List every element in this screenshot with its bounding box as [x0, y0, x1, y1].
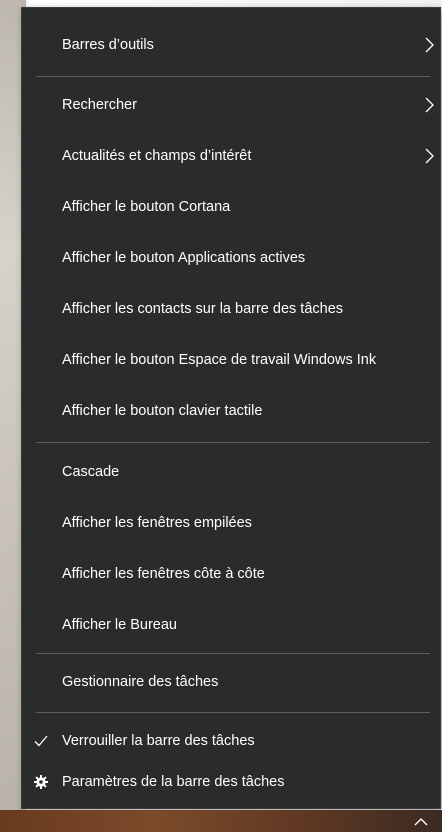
menu-item-show-touch-keyboard-button[interactable]: Afficher le bouton clavier tactile [22, 390, 440, 432]
menu-item-label: Afficher les fenêtres empilées [62, 515, 252, 531]
menu-item-label: Barres d’outils [62, 37, 154, 53]
menu-item-label: Afficher le bouton Espace de travail Win… [62, 352, 377, 368]
menu-item-show-windows-ink-button[interactable]: Afficher le bouton Espace de travail Win… [22, 339, 440, 381]
chevron-up-icon[interactable] [414, 812, 428, 830]
check-icon [30, 720, 52, 762]
menu-item-label: Gestionnaire des tâches [62, 674, 219, 690]
gear-icon [30, 761, 52, 803]
taskbar-context-menu: Barres d’outils Rechercher Actualités et… [22, 8, 440, 808]
menu-item-label: Cascade [62, 464, 120, 480]
menu-item-label: Afficher le bouton Applications actives [62, 250, 306, 266]
menu-item-show-cortana-button[interactable]: Afficher le bouton Cortana [22, 186, 440, 228]
menu-item-label: Afficher les fenêtres côte à côte [62, 566, 265, 582]
menu-separator [36, 653, 430, 654]
chevron-right-icon [422, 24, 436, 66]
menu-item-search[interactable]: Rechercher [22, 84, 440, 126]
menu-item-label: Afficher le Bureau [62, 617, 177, 633]
menu-separator [36, 712, 430, 713]
menu-item-label: Afficher le bouton Cortana [62, 199, 231, 215]
menu-item-stacked-windows[interactable]: Afficher les fenêtres empilées [22, 502, 440, 544]
menu-item-show-task-view-button[interactable]: Afficher le bouton Applications actives [22, 237, 440, 279]
taskbar [0, 810, 442, 832]
menu-item-news-and-interests[interactable]: Actualités et champs d’intérêt [22, 135, 440, 177]
menu-item-show-desktop[interactable]: Afficher le Bureau [22, 604, 440, 646]
menu-item-toolbars[interactable]: Barres d’outils [22, 24, 440, 66]
menu-item-label: Afficher le bouton clavier tactile [62, 403, 263, 419]
menu-item-side-by-side-windows[interactable]: Afficher les fenêtres côte à côte [22, 553, 440, 595]
menu-separator [36, 76, 430, 77]
menu-item-label: Actualités et champs d’intérêt [62, 148, 252, 164]
menu-item-task-manager[interactable]: Gestionnaire des tâches [22, 661, 440, 703]
menu-item-label: Afficher les contacts sur la barre des t… [62, 301, 344, 317]
menu-item-cascade[interactable]: Cascade [22, 451, 440, 493]
menu-item-label: Verrouiller la barre des tâches [62, 733, 255, 749]
menu-item-label: Rechercher [62, 97, 137, 113]
chevron-right-icon [422, 135, 436, 177]
menu-item-taskbar-settings[interactable]: Paramètres de la barre des tâches [22, 761, 440, 803]
menu-separator [36, 442, 430, 443]
menu-item-show-people[interactable]: Afficher les contacts sur la barre des t… [22, 288, 440, 330]
menu-item-lock-taskbar[interactable]: Verrouiller la barre des tâches [22, 720, 440, 762]
menu-item-label: Paramètres de la barre des tâches [62, 774, 285, 790]
chevron-right-icon [422, 84, 436, 126]
